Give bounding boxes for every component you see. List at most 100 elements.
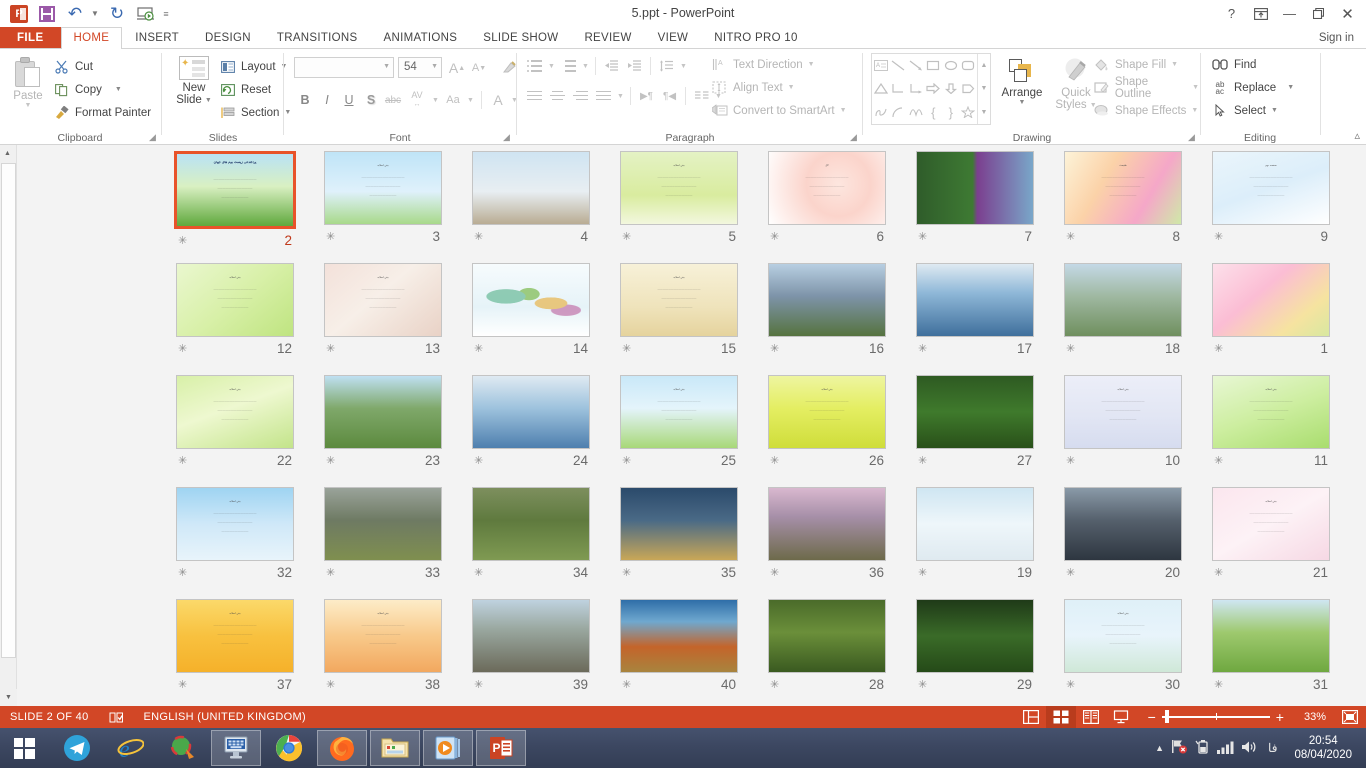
- slide-preview-14[interactable]: [472, 263, 590, 337]
- slide-preview-29[interactable]: [916, 599, 1034, 673]
- slide-thumbnail-32[interactable]: متن اسلاید——————————————————————————————…: [164, 487, 306, 599]
- shape-outline-dropdown-icon[interactable]: ▼: [1192, 84, 1199, 91]
- slide-thumbnail-27[interactable]: ✳27: [904, 375, 1046, 487]
- slide-show-icon[interactable]: [1106, 706, 1136, 728]
- scrollbar-thumb[interactable]: [1, 163, 16, 658]
- slide-preview-1[interactable]: [1212, 263, 1330, 337]
- slide-preview-8[interactable]: طبیعت———————————————————————————————————…: [1064, 151, 1182, 225]
- slide-thumbnail-1[interactable]: ✳1: [1200, 263, 1342, 375]
- align-left-button[interactable]: [523, 85, 546, 107]
- tab-design[interactable]: DESIGN: [192, 27, 264, 48]
- animation-star-icon[interactable]: ✳: [178, 454, 187, 467]
- ribbon-display-options-icon[interactable]: [1246, 2, 1275, 26]
- new-slide-dropdown-icon[interactable]: ▼: [205, 97, 212, 104]
- minimize-button[interactable]: —: [1275, 2, 1304, 26]
- font-dialog-launcher[interactable]: ◢: [501, 132, 512, 143]
- reset-button[interactable]: Reset: [220, 78, 291, 101]
- increase-font-size-button[interactable]: A▲: [446, 57, 468, 79]
- italic-button[interactable]: I: [316, 89, 338, 111]
- slide-thumbnail-15[interactable]: متن اسلاید——————————————————————————————…: [608, 263, 750, 375]
- animation-star-icon[interactable]: ✳: [770, 454, 779, 467]
- animation-star-icon[interactable]: ✳: [326, 566, 335, 579]
- file-explorer-icon[interactable]: [370, 730, 420, 766]
- numbering-dropdown-icon[interactable]: ▼: [580, 55, 591, 77]
- slide-thumbnail-8[interactable]: طبیعت———————————————————————————————————…: [1052, 151, 1194, 263]
- slide-thumbnail-33[interactable]: ✳33: [312, 487, 454, 599]
- justify-button[interactable]: [592, 85, 615, 107]
- replace-dropdown-icon[interactable]: ▼: [1287, 84, 1294, 91]
- right-to-left-button[interactable]: ¶◀: [658, 85, 681, 107]
- animation-star-icon[interactable]: ✳: [1066, 230, 1075, 243]
- remote-desktop-icon[interactable]: [211, 730, 261, 766]
- animation-star-icon[interactable]: ✳: [770, 678, 779, 691]
- mozilla-firefox-icon[interactable]: [317, 730, 367, 766]
- copy-button[interactable]: Copy ▼: [54, 78, 151, 101]
- slide-preview-5[interactable]: متن اسلاید——————————————————————————————…: [620, 151, 738, 225]
- animation-star-icon[interactable]: ✳: [622, 230, 631, 243]
- select-dropdown-icon[interactable]: ▼: [1271, 107, 1278, 114]
- zoom-out-button[interactable]: −: [1142, 709, 1162, 725]
- slide-preview-25[interactable]: متن اسلاید——————————————————————————————…: [620, 375, 738, 449]
- change-case-dropdown-icon[interactable]: ▼: [465, 89, 476, 111]
- animation-star-icon[interactable]: ✳: [326, 678, 335, 691]
- textbox-shape-icon[interactable]: A: [872, 54, 890, 77]
- shapes-scroll-up-icon[interactable]: ▲: [978, 54, 990, 77]
- taskbar-clock[interactable]: 20:54 08/04/2020: [1288, 734, 1358, 762]
- slide-preview-27[interactable]: [916, 375, 1034, 449]
- signal-strength-icon[interactable]: [1217, 740, 1234, 757]
- internet-download-manager-icon[interactable]: [158, 730, 208, 766]
- slide-thumbnail-28[interactable]: ✳28: [756, 599, 898, 711]
- spell-check-icon[interactable]: [99, 706, 134, 728]
- paste-dropdown-icon[interactable]: ▼: [25, 102, 32, 109]
- left-to-right-button[interactable]: ▶¶: [635, 85, 658, 107]
- text-shadow-button[interactable]: S: [360, 89, 382, 111]
- elbow-connector-shape-icon[interactable]: [890, 77, 908, 100]
- align-text-dropdown-icon[interactable]: ▼: [788, 84, 795, 91]
- slide-preview-4[interactable]: [472, 151, 590, 225]
- align-text-button[interactable]: Align Text ▼: [711, 76, 847, 99]
- animation-star-icon[interactable]: ✳: [474, 342, 483, 355]
- bullets-button[interactable]: [523, 55, 546, 77]
- telegram-icon[interactable]: [52, 730, 102, 766]
- zoom-slider[interactable]: − +: [1142, 709, 1290, 725]
- slide-preview-24[interactable]: [472, 375, 590, 449]
- animation-star-icon[interactable]: ✳: [770, 566, 779, 579]
- animation-star-icon[interactable]: ✳: [1214, 342, 1223, 355]
- slide-thumbnail-36[interactable]: ✳36: [756, 487, 898, 599]
- animation-star-icon[interactable]: ✳: [1214, 230, 1223, 243]
- undo-icon[interactable]: ↶: [62, 2, 88, 26]
- cut-button[interactable]: Cut: [54, 55, 151, 78]
- animation-star-icon[interactable]: ✳: [474, 678, 483, 691]
- tab-home[interactable]: HOME: [61, 27, 123, 48]
- slide-preview-40[interactable]: [620, 599, 738, 673]
- slide-preview-38[interactable]: متن اسلاید——————————————————————————————…: [324, 599, 442, 673]
- restore-button[interactable]: [1304, 2, 1333, 26]
- character-spacing-button[interactable]: AV↔: [404, 89, 430, 111]
- slide-thumbnail-39[interactable]: ✳39: [460, 599, 602, 711]
- block-arrow-shape-icon[interactable]: [925, 77, 943, 100]
- font-size-input[interactable]: 54 ▼: [398, 57, 442, 78]
- animation-star-icon[interactable]: ✳: [178, 234, 187, 247]
- decrease-font-size-button[interactable]: A▼: [468, 57, 490, 79]
- convert-to-smartart-button[interactable]: Convert to SmartArt ▼: [711, 99, 847, 122]
- animation-star-icon[interactable]: ✳: [622, 342, 631, 355]
- slide-preview-21[interactable]: متن اسلاید——————————————————————————————…: [1212, 487, 1330, 561]
- zoom-handle[interactable]: [1165, 710, 1169, 723]
- slide-preview-22[interactable]: متن اسلاید——————————————————————————————…: [176, 375, 294, 449]
- shape-fill-button[interactable]: Shape Fill ▼: [1093, 53, 1199, 76]
- shape-effects-dropdown-icon[interactable]: ▼: [1191, 107, 1198, 114]
- media-player-icon[interactable]: [423, 730, 473, 766]
- language-indicator[interactable]: فا: [1264, 741, 1281, 755]
- zoom-level-label[interactable]: 33%: [1296, 711, 1334, 723]
- slide-thumbnail-37[interactable]: متن اسلاید——————————————————————————————…: [164, 599, 306, 711]
- redo-icon[interactable]: ↻: [104, 2, 130, 26]
- replace-button[interactable]: abac Replace ▼: [1211, 76, 1294, 99]
- slide-thumbnail-21[interactable]: متن اسلاید——————————————————————————————…: [1200, 487, 1342, 599]
- line-spacing-dropdown-icon[interactable]: ▼: [678, 55, 689, 77]
- zoom-in-button[interactable]: +: [1270, 709, 1290, 725]
- slide-thumbnail-18[interactable]: ✳18: [1052, 263, 1194, 375]
- animation-star-icon[interactable]: ✳: [1214, 566, 1223, 579]
- slide-thumbnail-2[interactable]: پراکندگی زیست بوم های جهان——————————————…: [164, 151, 306, 263]
- animation-star-icon[interactable]: ✳: [918, 566, 927, 579]
- animation-star-icon[interactable]: ✳: [178, 566, 187, 579]
